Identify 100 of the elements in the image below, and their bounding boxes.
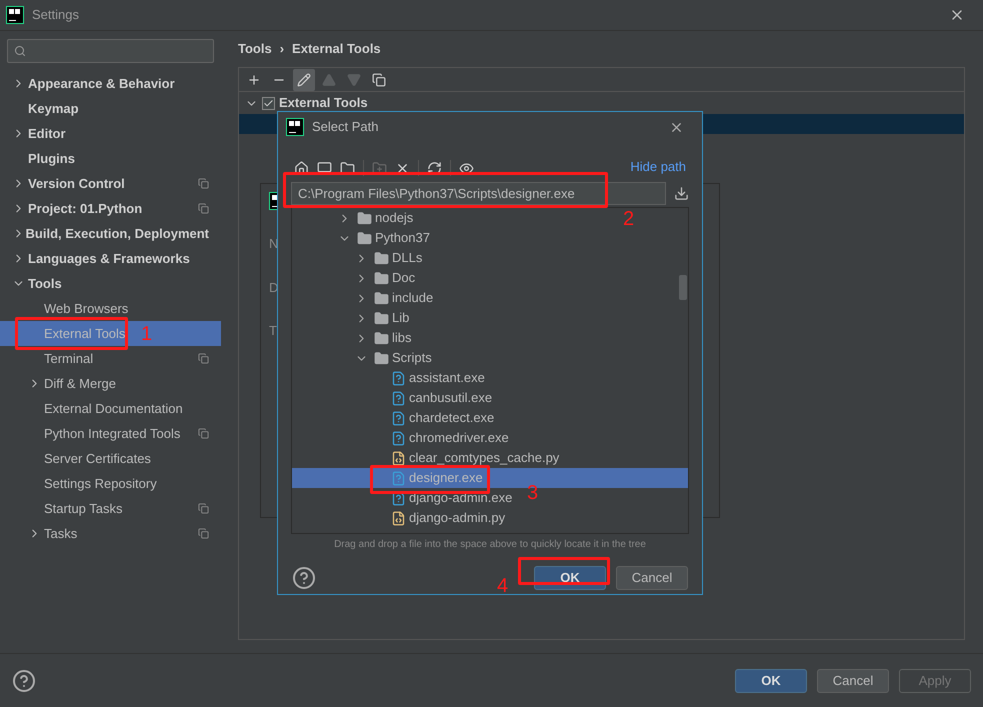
python-file-icon [391,510,406,526]
tree-row-label: Python37 [375,229,430,248]
sidebar-item-label: Server Certificates [44,450,151,468]
sidebar-item-label: Appearance & Behavior [28,74,175,93]
search-field[interactable] [7,39,214,63]
tree-row[interactable]: chardetect.exe [372,408,494,428]
sidebar-item-label: Diff & Merge [44,374,116,393]
tree-row-label: clear_comtypes_cache.py [409,449,560,468]
sidebar-item-label: Settings Repository [44,474,157,493]
tree-row[interactable]: include [355,288,434,308]
file-question-icon [391,410,406,426]
sidebar-item[interactable]: Tools [0,271,221,296]
sidebar-item-label: Project: 01.Python [28,200,142,218]
sidebar-item[interactable]: External Documentation [0,396,221,421]
sidebar-item[interactable]: Terminal [0,346,221,371]
sidebar-item-label: Keymap [28,100,79,118]
sidebar-item[interactable]: Editor [0,121,221,146]
tree-row-label: libs [392,329,412,348]
tree-row[interactable]: Python37 [338,228,430,248]
sidebar-item-label: External Documentation [44,400,183,418]
file-question-icon [391,470,406,486]
breadcrumb-item[interactable]: Tools [238,39,272,59]
folder-icon [374,250,389,266]
tree-row-label: Scripts [392,349,432,368]
tree-row-label: include [392,289,434,308]
scrollbar-thumb[interactable] [679,275,687,300]
tree-row[interactable]: django-admin.py [372,508,506,528]
sidebar-item[interactable]: Server Certificates [0,446,221,471]
annotation-number: 2 [623,207,634,232]
help-icon[interactable] [12,668,36,692]
dialog-button[interactable]: Cancel [817,668,889,692]
tree-row-label: Doc [392,269,416,288]
tree-row[interactable]: Lib [355,308,410,328]
tree-row-label: django-admin.exe [409,489,512,508]
sidebar-item[interactable]: Languages & Frameworks [0,246,221,271]
tree-row[interactable]: clear_comtypes_cache.py [372,448,560,468]
tree-row[interactable]: Doc [355,268,416,288]
sidebar-item-label: Languages & Frameworks [28,250,190,268]
path-field[interactable]: C:\Program Files\Python37\Scripts\designer.exe [291,182,666,205]
annotation-number: 3 [527,481,538,506]
folder-icon [357,210,372,226]
sidebar-item[interactable]: Diff & Merge [0,371,221,396]
sidebar-item-label: Version Control [28,174,125,193]
sidebar-item[interactable]: Settings Repository [0,471,221,496]
pencil-icon[interactable] [293,68,315,90]
breadcrumb-item: › [280,40,284,58]
sidebar-item[interactable]: Build, Execution, Deployment [0,221,221,246]
window-title: Settings [32,6,79,24]
tree-row[interactable]: nodejs [338,208,414,228]
sidebar-item-label: Tools [28,274,62,293]
tree-row[interactable]: libs [355,328,412,348]
app-logo-icon [6,6,24,24]
tree-row[interactable]: canbusutil.exe [372,388,492,408]
sidebar-item[interactable]: Keymap [0,96,221,121]
tree-row-label: canbusutil.exe [409,389,492,408]
tree-row-label: nodejs [375,209,414,228]
annotation-number: 4 [497,574,508,599]
sidebar-item-label: Python Integrated Tools [44,424,180,443]
checkbox[interactable] [262,96,275,110]
search-icon [14,45,26,57]
tree-row-label: django-admin.py [409,509,506,528]
sidebar-item[interactable]: Python Integrated Tools [0,421,221,446]
sidebar-item[interactable]: Version Control [0,171,221,196]
field-label: T [269,322,277,340]
sidebar-item-label: Terminal [44,350,94,368]
sidebar-item-label: Web Browsers [44,300,128,318]
sidebar-item[interactable]: Plugins [0,146,221,171]
tree-row[interactable]: chromedriver.exe [372,428,509,448]
download-icon[interactable] [674,186,689,201]
sidebar-item-label: External Tools [44,324,126,343]
sidebar-item[interactable]: Web Browsers [0,296,221,321]
sidebar-item[interactable]: Startup Tasks [0,496,221,521]
tree-row[interactable]: DLLs [355,248,422,268]
folder-icon [374,350,389,366]
annotation-number: 1 [141,322,152,347]
group-label: External Tools [279,94,368,112]
help-icon[interactable] [292,566,316,590]
sidebar-item-label: Tasks [44,524,78,543]
file-question-icon [391,370,406,386]
file-question-icon [391,430,406,446]
python-file-icon [391,450,406,466]
tree-row-label: assistant.exe [409,369,485,388]
dialog-button[interactable]: OK [735,668,807,692]
sidebar-item-label: Editor [28,124,66,143]
folder-icon [374,290,389,306]
tree-row[interactable]: Scripts [355,348,432,368]
dialog-title: Select Path [312,118,378,136]
breadcrumb-item[interactable]: External Tools [292,39,381,59]
hint-text: Drag and drop a file into the space above to quickly locate it in the tree [333,538,647,552]
tree-row[interactable]: assistant.exe [372,368,485,388]
folder-icon [357,230,372,246]
sidebar-item[interactable]: Appearance & Behavior [0,71,221,96]
tree-row-label: designer.exe [409,469,483,488]
tree-row-label: chromedriver.exe [409,429,509,448]
sidebar-item[interactable]: Project: 01.Python [0,196,221,221]
sidebar-item-label: Startup Tasks [44,500,123,518]
sidebar-item[interactable]: Tasks [0,521,221,546]
tree-row-label: Lib [392,309,410,328]
dialog-button[interactable]: Cancel [616,566,688,590]
hide-path-link[interactable]: Hide path [630,156,686,176]
